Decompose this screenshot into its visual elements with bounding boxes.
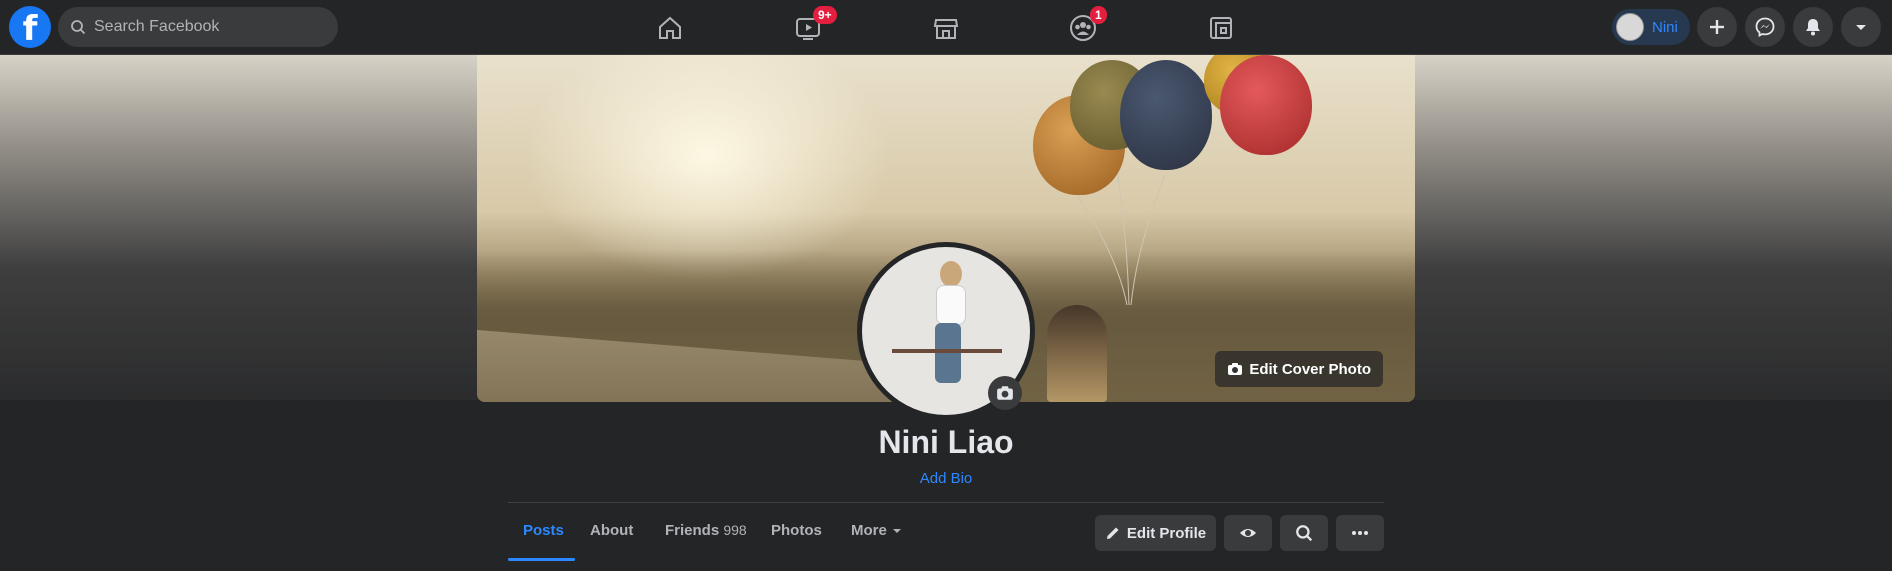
edit-cover-photo-button[interactable]: Edit Cover Photo: [1215, 351, 1383, 387]
view-as-button[interactable]: [1224, 515, 1272, 551]
groups-badge: 1: [1090, 6, 1107, 24]
nav-home[interactable]: [615, 8, 725, 48]
cover-person: [1047, 305, 1107, 402]
figure-bench: [892, 349, 1002, 353]
friends-count: 998: [723, 522, 747, 538]
edit-profile-button[interactable]: Edit Profile: [1095, 515, 1216, 551]
caret-down-icon: [892, 528, 901, 533]
update-profile-picture-button[interactable]: [988, 376, 1022, 410]
profile-name: Nini Liao: [878, 424, 1014, 460]
create-button[interactable]: [1697, 7, 1737, 47]
avatar: [1616, 13, 1644, 41]
pencil-icon: [1106, 527, 1119, 539]
edit-profile-label: Edit Profile: [1126, 524, 1207, 542]
ellipsis-icon: [1352, 531, 1368, 535]
tab-posts-label: Posts: [523, 522, 564, 539]
balloon-strings: [1076, 175, 1166, 306]
nav-groups[interactable]: 1: [1028, 6, 1138, 48]
top-navigation-bar: f 9+ 1 Nini: [0, 0, 1892, 55]
logo-letter: f: [22, 9, 38, 48]
home-icon: [659, 16, 681, 39]
search-icon: [71, 20, 86, 35]
tab-posts[interactable]: Posts: [523, 522, 564, 539]
more-options-button[interactable]: [1336, 515, 1384, 551]
eye-icon: [1240, 529, 1256, 537]
tab-friends-label: Friends: [665, 522, 720, 539]
gaming-icon: [1210, 17, 1232, 39]
search-icon: [1296, 525, 1313, 542]
nav-gaming[interactable]: [1166, 8, 1276, 48]
add-bio-link[interactable]: Add Bio: [0, 470, 1892, 487]
tab-photos[interactable]: Photos: [771, 522, 822, 539]
tab-more[interactable]: More: [851, 522, 903, 539]
notifications-button[interactable]: [1793, 7, 1833, 47]
tab-photos-label: Photos: [771, 522, 822, 539]
active-tab-indicator: [508, 558, 575, 561]
profile-chip[interactable]: Nini: [1612, 9, 1690, 45]
nav-marketplace[interactable]: [891, 8, 1001, 48]
facebook-logo-icon[interactable]: f: [9, 6, 51, 48]
figure-head: [940, 261, 962, 287]
search-profile-button[interactable]: [1280, 515, 1328, 551]
tab-about-label: About: [590, 522, 634, 539]
tab-more-label: More: [851, 522, 887, 539]
messenger-button[interactable]: [1745, 7, 1785, 47]
figure-shirt: [936, 285, 966, 325]
balloon-navy: [1120, 60, 1212, 170]
figure-jeans: [935, 323, 961, 383]
tab-about[interactable]: About: [590, 522, 633, 539]
messenger-icon: [1755, 17, 1775, 37]
tab-friends[interactable]: Friends 998: [665, 522, 747, 539]
marketplace-icon: [933, 19, 959, 39]
camera-icon: [1228, 363, 1243, 375]
profile-chip-name: Nini: [1652, 18, 1678, 36]
caret-down-icon: [1856, 25, 1866, 30]
account-menu-button[interactable]: [1841, 7, 1881, 47]
edit-cover-photo-label: Edit Cover Photo: [1249, 360, 1371, 378]
search-input[interactable]: [94, 18, 314, 36]
search-bar[interactable]: [58, 7, 338, 47]
watch-badge: 9+: [813, 6, 837, 24]
plus-icon: [1710, 20, 1724, 34]
divider: [508, 502, 1384, 503]
camera-icon: [997, 386, 1013, 400]
nav-watch[interactable]: 9+: [753, 6, 863, 48]
balloon-red: [1220, 55, 1312, 155]
bell-icon: [1806, 19, 1820, 36]
